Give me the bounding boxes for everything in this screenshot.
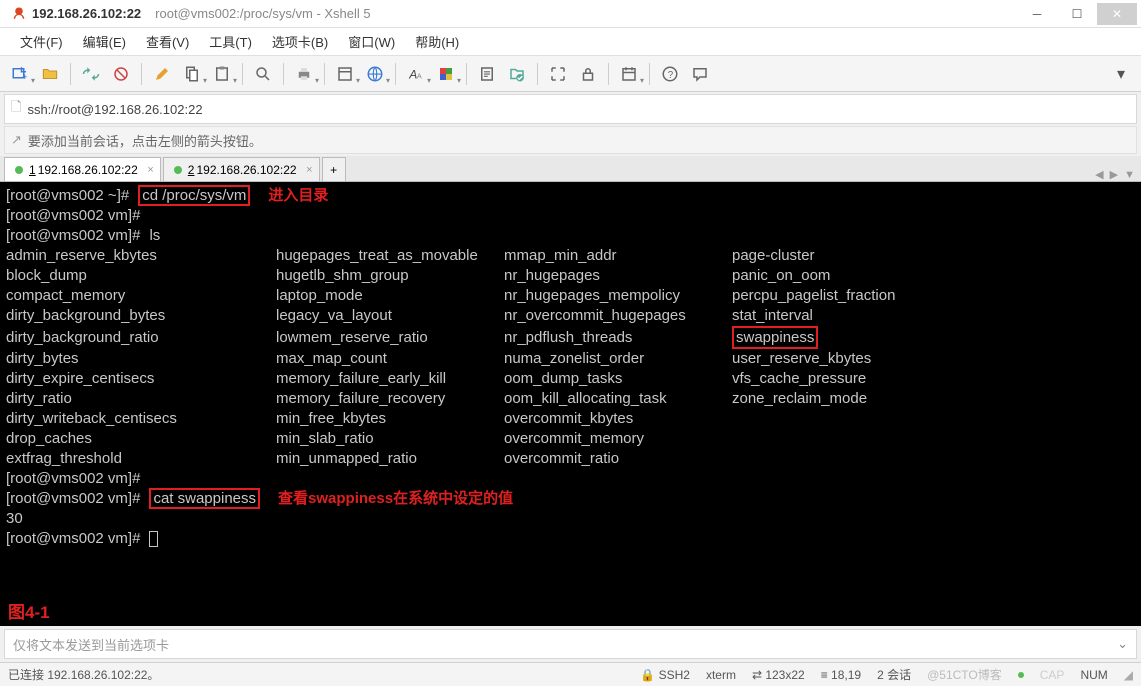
- close-button[interactable]: ✕: [1097, 3, 1137, 25]
- theme-button[interactable]: [432, 60, 460, 88]
- color-button[interactable]: [148, 60, 176, 88]
- statusbar: 已连接 192.168.26.102:22。 🔒 SSH2 xterm ⇄ 12…: [0, 662, 1141, 686]
- status-dot-icon: [174, 166, 182, 174]
- menu-window[interactable]: 窗口(W): [338, 28, 405, 55]
- prompt: [root@vms002 vm]#: [6, 227, 140, 244]
- cursor: [149, 531, 158, 547]
- prompt: [root@vms002 vm]#: [6, 490, 140, 507]
- status-ssh: SSH2: [659, 668, 690, 682]
- title-host: 192.168.26.102:22: [32, 6, 141, 21]
- status-term: xterm: [706, 668, 736, 682]
- cat-output: 30: [6, 510, 23, 527]
- svg-text:?: ?: [668, 69, 674, 80]
- tab-label: 192.168.26.102:22: [38, 163, 138, 177]
- properties-button[interactable]: [331, 60, 359, 88]
- resize-grip-icon[interactable]: ◢: [1124, 668, 1133, 682]
- hint-arrow-icon: ↗: [11, 132, 22, 148]
- prompt: [root@vms002 vm]#: [6, 530, 140, 547]
- menu-view[interactable]: 查看(V): [136, 28, 199, 55]
- menu-edit[interactable]: 编辑(E): [73, 28, 136, 55]
- menu-file[interactable]: 文件(F): [10, 28, 73, 55]
- tab-next-icon[interactable]: ▶: [1110, 168, 1118, 181]
- hint-text: 要添加当前会话，点击左侧的箭头按钮。: [28, 131, 262, 150]
- font-button[interactable]: AA: [402, 60, 430, 88]
- terminal[interactable]: [root@vms002 ~]# cd /proc/sys/vm 进入目录 [r…: [0, 182, 1141, 626]
- hintbar: ↗ 要添加当前会话，点击左侧的箭头按钮。: [4, 126, 1137, 154]
- tab-add-button[interactable]: +: [322, 157, 346, 181]
- title-path: root@vms002:/proc/sys/vm - Xshell 5: [155, 6, 370, 21]
- send-input-bar[interactable]: 仅将文本发送到当前选项卡 ⌄: [4, 629, 1137, 659]
- watermark: @51CTO博客: [927, 666, 1002, 683]
- cmd-cat: cat swappiness: [149, 488, 260, 509]
- script-button[interactable]: [473, 60, 501, 88]
- tab-nav: ◀ ▶ ▼: [1095, 168, 1141, 181]
- print-button[interactable]: [290, 60, 318, 88]
- copy-button[interactable]: [178, 60, 206, 88]
- addressbar[interactable]: 🗋 ssh://root@192.168.26.102:22: [4, 94, 1137, 124]
- status-pos: 18,19: [831, 668, 861, 682]
- menu-tools[interactable]: 工具(T): [199, 28, 262, 55]
- tab-2[interactable]: 2 192.168.26.102:22 ×: [163, 157, 320, 181]
- lock-button[interactable]: [574, 60, 602, 88]
- tab-list-icon[interactable]: ▼: [1124, 169, 1135, 181]
- open-button[interactable]: [36, 60, 64, 88]
- maximize-button[interactable]: ☐: [1057, 3, 1097, 25]
- tab-prev-icon[interactable]: ◀: [1095, 168, 1103, 181]
- svg-text:A: A: [408, 67, 417, 81]
- calendar-button[interactable]: [615, 60, 643, 88]
- address-url: ssh://root@192.168.26.102:22: [27, 102, 202, 117]
- status-sessions: 2 会话: [877, 666, 911, 683]
- status-connected: 已连接 192.168.26.102:22。: [8, 666, 159, 683]
- titlebar: 192.168.26.102:22 root@vms002:/proc/sys/…: [0, 0, 1141, 28]
- figure-label: 图4-1: [8, 603, 50, 622]
- chevron-down-icon[interactable]: ⌄: [1117, 636, 1128, 652]
- paste-button[interactable]: [208, 60, 236, 88]
- cmd-cd: cd /proc/sys/vm: [138, 185, 250, 206]
- globe-button[interactable]: [361, 60, 389, 88]
- tab-num: 1: [29, 163, 36, 177]
- disconnect-button[interactable]: [107, 60, 135, 88]
- tab-num: 2: [188, 163, 195, 177]
- status-dot-icon: [15, 166, 23, 174]
- ls-output: admin_reserve_kbyteshugepages_treat_as_m…: [6, 247, 895, 467]
- tab-close-icon[interactable]: ×: [147, 164, 153, 176]
- svg-text:+: +: [22, 72, 27, 82]
- protocol-icon: 🗋: [11, 98, 21, 120]
- transfer-button[interactable]: [503, 60, 531, 88]
- lock-icon: 🔒: [640, 668, 655, 682]
- tabbar: 1 192.168.26.102:22 × 2 192.168.26.102:2…: [0, 156, 1141, 182]
- toolbar: + AA ? ▾: [0, 56, 1141, 92]
- annotation-cd: 进入目录: [268, 187, 328, 204]
- tab-1[interactable]: 1 192.168.26.102:22 ×: [4, 157, 161, 181]
- svg-text:A: A: [417, 71, 422, 80]
- cmd-ls: ls: [149, 227, 160, 244]
- prompt: [root@vms002 vm]#: [6, 470, 140, 487]
- reconnect-button[interactable]: [77, 60, 105, 88]
- status-size: 123x22: [765, 668, 804, 682]
- prompt: [root@vms002 vm]#: [6, 207, 140, 224]
- tab-close-icon[interactable]: ×: [306, 164, 312, 176]
- menubar: 文件(F) 编辑(E) 查看(V) 工具(T) 选项卡(B) 窗口(W) 帮助(…: [0, 28, 1141, 56]
- status-num: NUM: [1080, 668, 1107, 682]
- minimize-button[interactable]: ─: [1017, 3, 1057, 25]
- input-placeholder: 仅将文本发送到当前选项卡: [13, 635, 169, 654]
- fullscreen-button[interactable]: [544, 60, 572, 88]
- app-icon: [10, 6, 26, 22]
- chat-button[interactable]: [686, 60, 714, 88]
- status-cap: CAP: [1040, 668, 1065, 682]
- new-session-button[interactable]: +: [6, 60, 34, 88]
- find-button[interactable]: [249, 60, 277, 88]
- menu-help[interactable]: 帮助(H): [405, 28, 469, 55]
- tab-label: 192.168.26.102:22: [196, 163, 296, 177]
- prompt: [root@vms002 ~]#: [6, 187, 129, 204]
- toolbar-overflow[interactable]: ▾: [1107, 60, 1135, 88]
- help-button[interactable]: ?: [656, 60, 684, 88]
- menu-tab[interactable]: 选项卡(B): [262, 28, 338, 55]
- annotation-cat: 查看swappiness在系统中设定的值: [278, 490, 513, 507]
